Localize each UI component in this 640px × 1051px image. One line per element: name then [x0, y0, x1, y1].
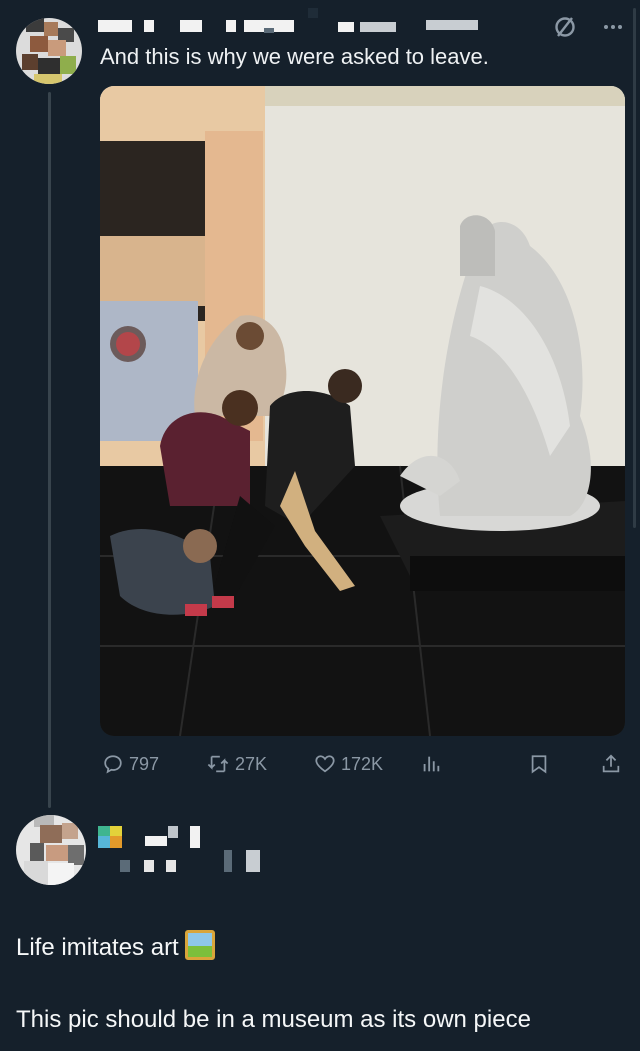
bar-chart-icon — [420, 753, 442, 775]
reply-author-avatar[interactable] — [16, 815, 86, 885]
tweet-photo[interactable] — [100, 86, 625, 736]
like-button[interactable]: 172K — [314, 750, 383, 778]
more-dots-icon[interactable] — [600, 14, 626, 40]
share-button[interactable] — [600, 750, 622, 778]
repost-count: 27K — [235, 753, 268, 774]
slashed-circle-icon[interactable] — [552, 14, 578, 40]
thread-connector-line — [48, 92, 51, 808]
reply-button[interactable]: 797 — [102, 750, 159, 778]
heart-icon — [314, 753, 336, 775]
comment-icon — [102, 753, 124, 775]
repost-icon — [206, 753, 230, 775]
share-icon — [600, 753, 622, 775]
reply-count: 797 — [129, 753, 160, 774]
bookmark-button[interactable] — [528, 750, 550, 778]
reply-text-line-1: Life imitates art — [16, 930, 215, 962]
reply-text-line-2: This pic should be in a museum as its ow… — [16, 1006, 531, 1033]
repost-button[interactable]: 27K — [206, 750, 267, 778]
framed-picture-emoji — [184, 930, 215, 960]
scrollbar[interactable] — [633, 8, 636, 528]
bookmark-icon — [528, 753, 550, 775]
like-count: 172K — [341, 753, 384, 774]
tweet-text: And this is why we were asked to leave. — [100, 44, 489, 69]
views-button[interactable] — [420, 750, 442, 778]
author-avatar[interactable] — [16, 18, 82, 84]
